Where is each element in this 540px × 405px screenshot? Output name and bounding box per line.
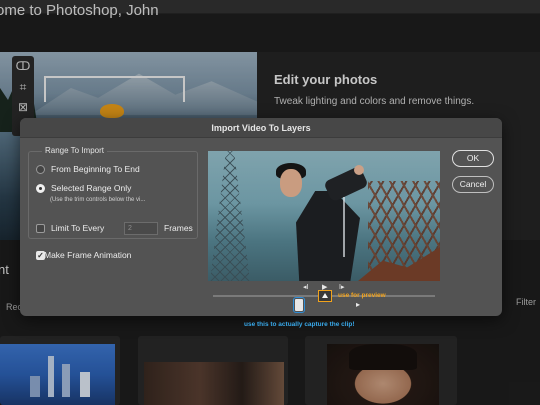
limit-checkbox[interactable] xyxy=(36,224,45,233)
video-preview xyxy=(208,151,440,281)
make-frame-animation-label[interactable]: Make Frame Animation xyxy=(44,250,131,260)
cancel-button[interactable]: Cancel xyxy=(452,176,494,193)
frames-input[interactable]: 2 xyxy=(124,222,158,235)
previous-frame-button[interactable]: ◂I xyxy=(303,283,308,291)
selected-range-radio[interactable] xyxy=(36,184,45,193)
frames-unit-label: Frames xyxy=(164,223,193,233)
preview-playhead[interactable] xyxy=(318,290,332,302)
dialog-title: Import Video To Layers xyxy=(20,118,502,138)
person-head-shape xyxy=(280,169,302,197)
person-hand-shape xyxy=(354,165,364,175)
capture-annotation: use this to actually capture the clip! xyxy=(244,321,355,328)
trim-start-handle[interactable] xyxy=(293,297,305,313)
from-beginning-radio[interactable] xyxy=(36,165,45,174)
selected-range-hint: (Use the trim controls below the vi... xyxy=(50,197,146,203)
range-group-label: Range To Import xyxy=(42,146,107,155)
limit-label[interactable]: Limit To Every xyxy=(51,223,104,233)
preview-annotation: use for preview xyxy=(338,292,386,299)
strap-shape xyxy=(343,197,345,257)
ok-button[interactable]: OK xyxy=(452,150,494,167)
selected-range-label[interactable]: Selected Range Only xyxy=(51,183,131,193)
mouse-cursor-icon: ▸ xyxy=(356,300,361,309)
next-frame-button[interactable]: I▸ xyxy=(339,283,344,291)
from-beginning-label[interactable]: From Beginning To End xyxy=(51,164,140,174)
lattice-tower-shape xyxy=(210,151,250,281)
person-coat-shape xyxy=(296,191,360,281)
